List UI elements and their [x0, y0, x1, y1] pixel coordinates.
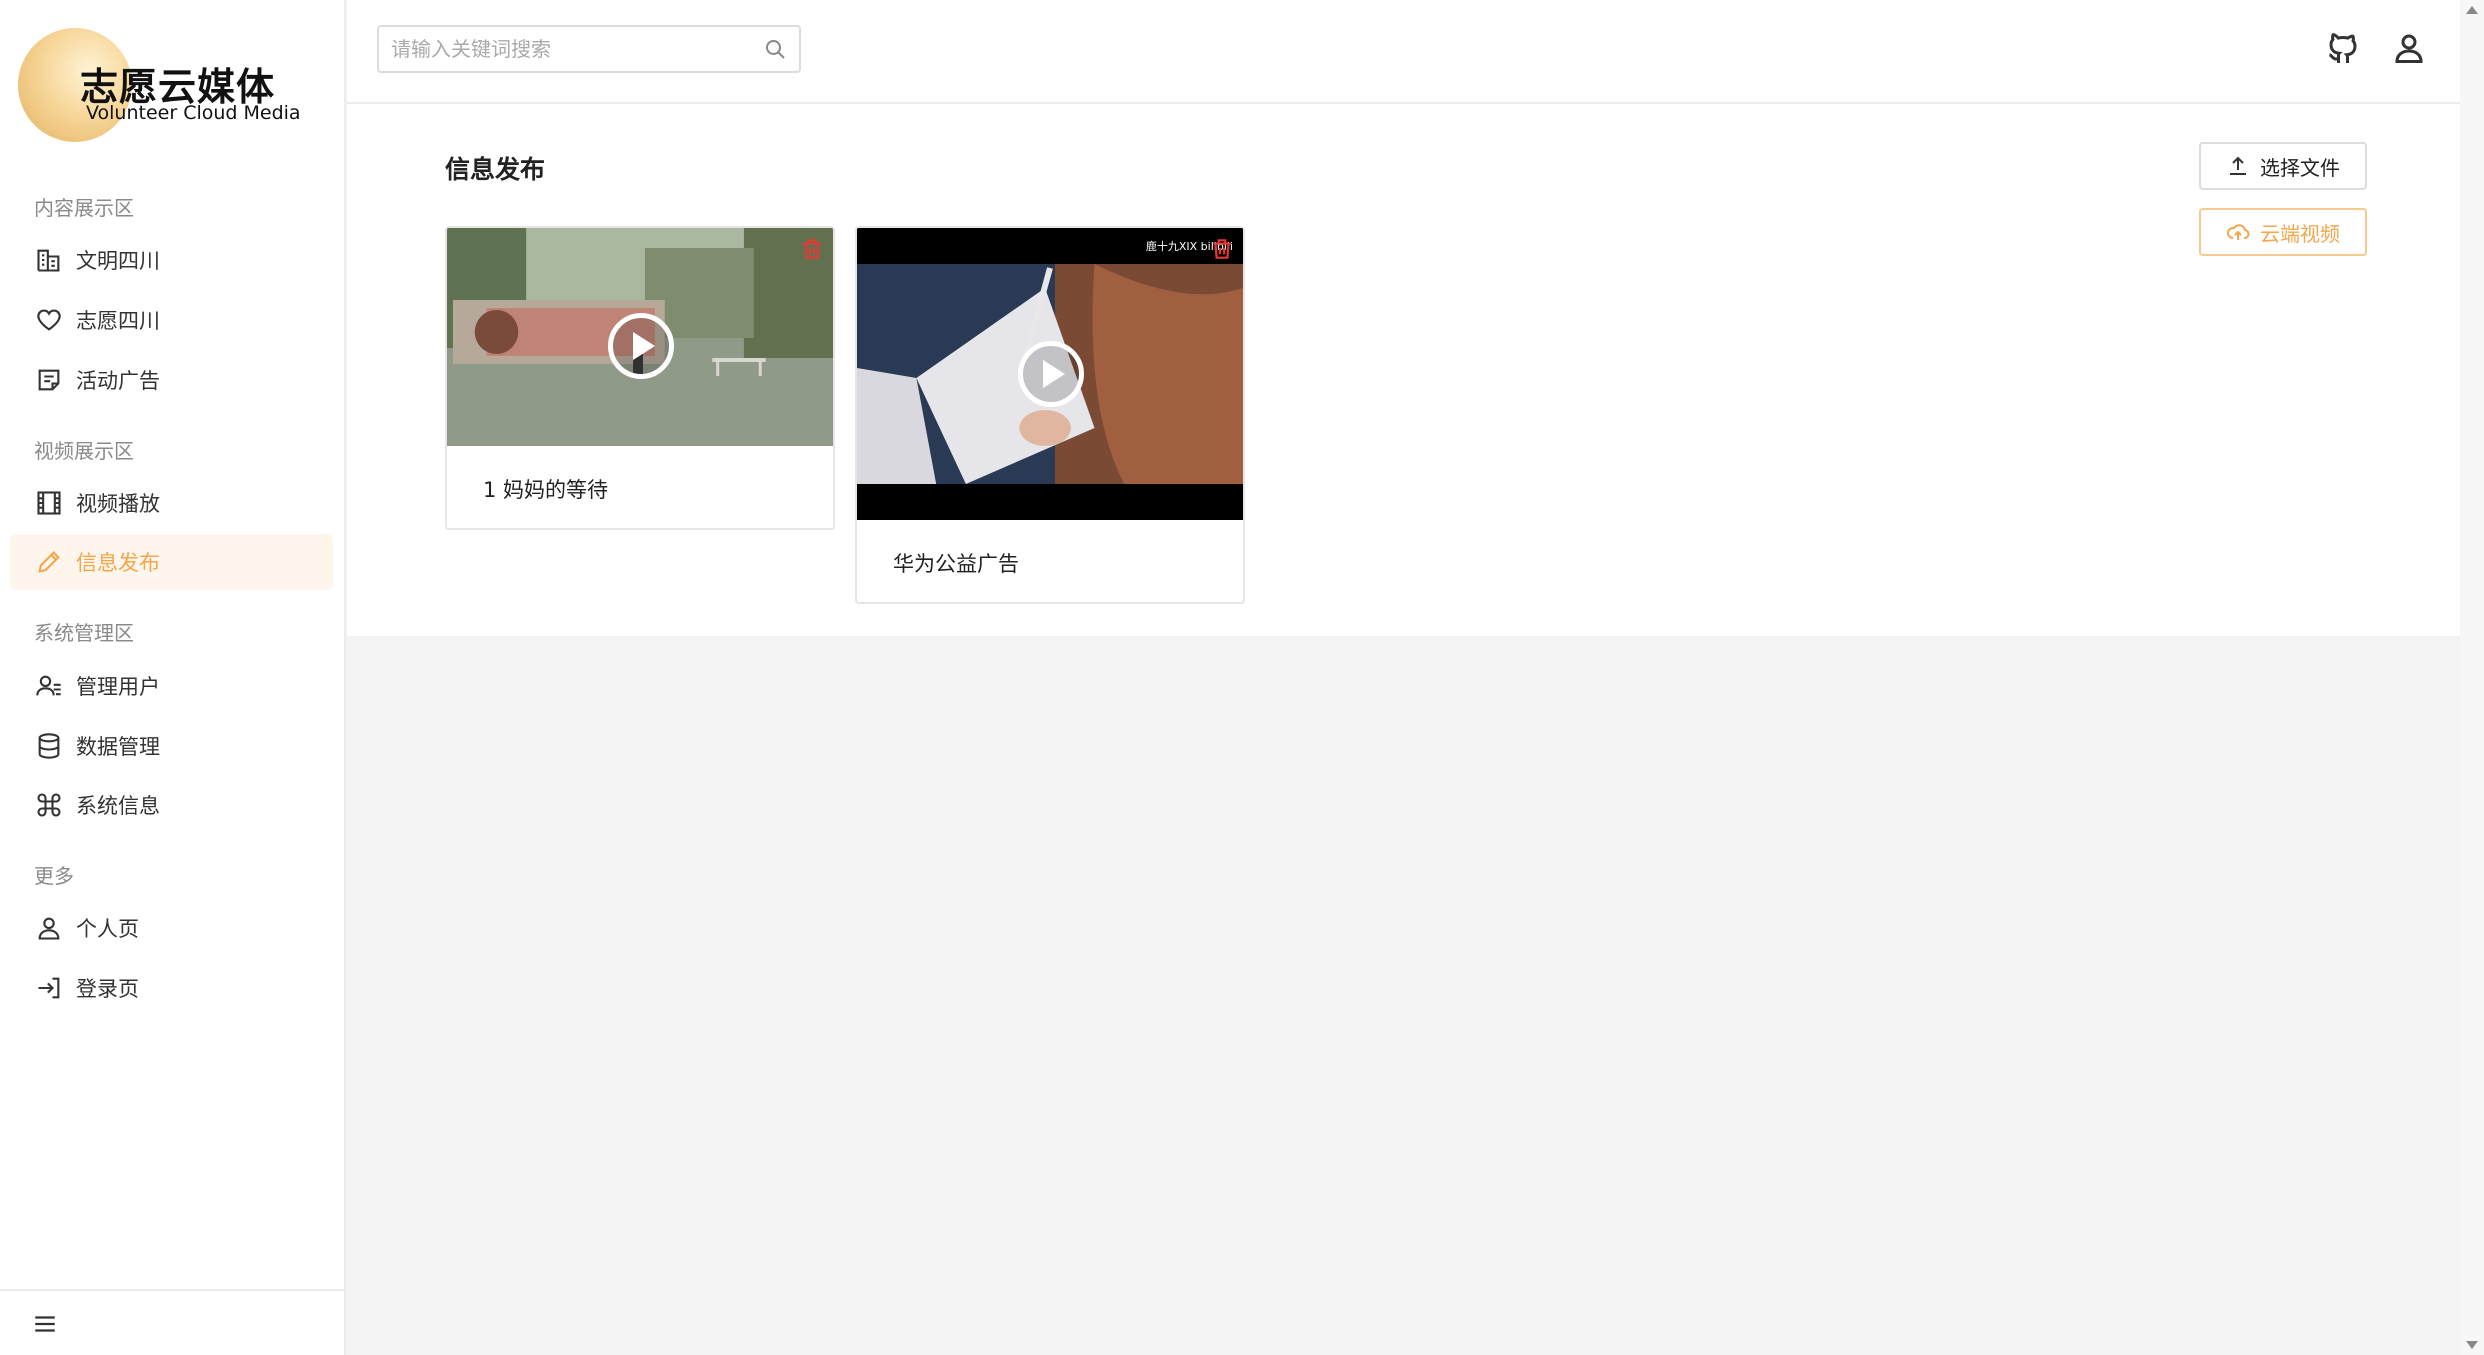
film-icon: [34, 488, 64, 518]
section-label-content: 内容展示区: [34, 196, 134, 220]
menu-toggle-button[interactable]: [30, 1309, 60, 1339]
video-title: 华为公益广告: [893, 552, 1019, 576]
sidebar: 志愿云媒体 Volunteer Cloud Media 内容展示区 文明四川 志…: [0, 0, 346, 1355]
sidebar-item-label: 数据管理: [76, 735, 160, 759]
search-input[interactable]: [379, 27, 749, 71]
user-icon: [2395, 34, 2423, 63]
heart-icon: [34, 305, 64, 335]
page-scrollbar[interactable]: [2460, 0, 2484, 1355]
video-thumbnail[interactable]: 鹿十九XIX bilibili: [857, 228, 1243, 520]
section-label-system: 系统管理区: [34, 621, 134, 645]
play-button[interactable]: [1018, 341, 1084, 407]
scroll-down-arrow[interactable]: [2466, 1341, 2478, 1349]
search-box: [377, 25, 801, 73]
section-label-more: 更多: [34, 864, 74, 888]
sidebar-item-label: 文明四川: [76, 249, 160, 273]
pencil-icon: [34, 547, 64, 577]
sidebar-item-label: 个人页: [76, 917, 139, 941]
user-list-icon: [34, 671, 64, 701]
top-header: [347, 0, 2460, 104]
search-icon[interactable]: [763, 37, 787, 61]
upload-icon: [2226, 154, 2250, 178]
database-icon: [34, 731, 64, 761]
building-icon: [34, 245, 64, 275]
sidebar-item-label: 志愿四川: [76, 309, 160, 333]
login-icon: [34, 973, 64, 1003]
cloud-video-label: 云端视频: [2260, 221, 2340, 246]
play-button[interactable]: [608, 313, 674, 379]
sidebar-footer: [0, 1289, 344, 1355]
note-icon: [34, 365, 64, 395]
main-content: 信息发布 选择文件 云端视频 1 妈妈的等待 鹿十九XIX bilibili 华…: [347, 104, 2460, 636]
scroll-up-arrow[interactable]: [2466, 6, 2478, 14]
sidebar-item-system-info[interactable]: 系统信息: [10, 777, 333, 833]
trash-icon[interactable]: [1209, 236, 1235, 262]
user-icon: [34, 913, 64, 943]
sidebar-item-ads[interactable]: 活动广告: [10, 352, 333, 408]
sidebar-item-info-publish[interactable]: 信息发布: [10, 534, 333, 590]
hamburger-icon: [35, 1316, 55, 1332]
brand-subtitle: Volunteer Cloud Media: [86, 102, 301, 124]
sidebar-item-civilization[interactable]: 文明四川: [10, 232, 333, 288]
sidebar-item-volunteer[interactable]: 志愿四川: [10, 292, 333, 348]
sidebar-item-label: 系统信息: [76, 794, 160, 818]
sidebar-item-label: 管理用户: [76, 675, 160, 699]
sidebar-item-data-manage[interactable]: 数据管理: [10, 718, 333, 774]
github-icon: [2328, 33, 2357, 63]
brand-logo[interactable]: 志愿云媒体 Volunteer Cloud Media: [16, 26, 336, 146]
section-label-video: 视频展示区: [34, 439, 134, 463]
video-thumbnail[interactable]: [447, 228, 833, 446]
select-file-label: 选择文件: [2260, 155, 2340, 180]
sidebar-item-label: 视频播放: [76, 492, 160, 516]
video-title: 1 妈妈的等待: [483, 478, 609, 502]
trash-icon[interactable]: [799, 236, 825, 262]
video-card[interactable]: 1 妈妈的等待: [445, 226, 835, 530]
page-title: 信息发布: [445, 155, 546, 184]
command-icon: [34, 790, 64, 820]
sidebar-item-label: 活动广告: [76, 369, 160, 393]
sidebar-item-video-play[interactable]: 视频播放: [10, 475, 333, 531]
sidebar-item-manage-users[interactable]: 管理用户: [10, 658, 333, 714]
cloud-upload-icon: [2226, 220, 2250, 244]
sidebar-item-label: 信息发布: [76, 551, 160, 575]
sidebar-item-profile[interactable]: 个人页: [10, 900, 333, 956]
sidebar-item-login[interactable]: 登录页: [10, 960, 333, 1016]
user-account-button[interactable]: [2389, 28, 2429, 68]
select-file-button[interactable]: 选择文件: [2199, 142, 2367, 190]
github-button[interactable]: [2323, 28, 2363, 68]
sidebar-item-label: 登录页: [76, 977, 139, 1001]
cloud-video-button[interactable]: 云端视频: [2199, 208, 2367, 256]
video-card[interactable]: 鹿十九XIX bilibili 华为公益广告: [855, 226, 1245, 604]
